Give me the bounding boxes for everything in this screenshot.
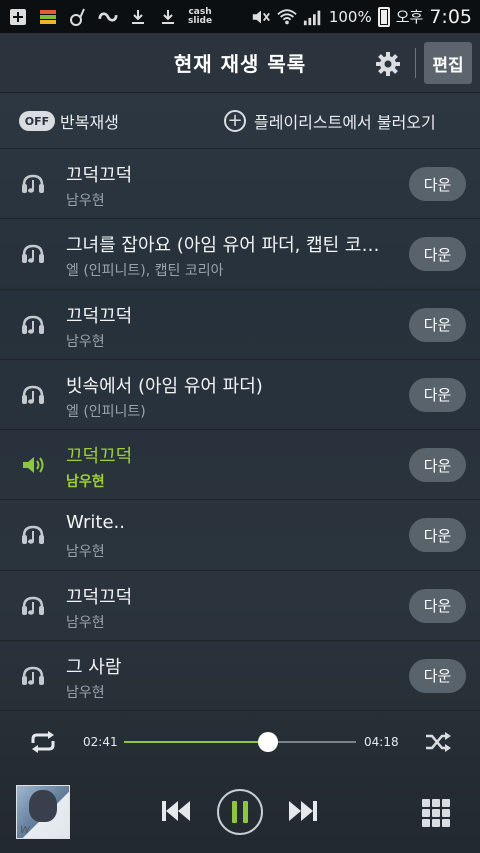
download-button[interactable]: 다운 bbox=[409, 167, 466, 201]
page-title: 현재 재생 목록 bbox=[173, 52, 307, 76]
song-title: 끄덕끄덕 bbox=[66, 165, 133, 186]
song-title: 끄덕끄덕 bbox=[66, 446, 133, 467]
playlist-row[interactable]: Write.. 남우현 다운 bbox=[0, 500, 480, 571]
download-button[interactable]: 다운 bbox=[409, 518, 466, 553]
signal-icon bbox=[303, 7, 323, 27]
music-note-icon bbox=[20, 312, 46, 338]
song-title: 빗속에서 (아임 유어 파더) bbox=[66, 375, 263, 397]
song-title: Write.. bbox=[66, 512, 125, 534]
music-note-icon bbox=[20, 171, 46, 197]
music-note-icon bbox=[20, 522, 46, 548]
pause-icon[interactable] bbox=[217, 789, 263, 835]
load-playlist-button[interactable]: 플레이리스트에서 불러오기 bbox=[254, 109, 436, 133]
song-artist: 남우현 bbox=[66, 684, 105, 701]
song-artist: 남우현 bbox=[66, 333, 105, 350]
music-note-icon bbox=[20, 241, 46, 267]
total-time: 04:18 bbox=[364, 735, 399, 749]
wifi-icon bbox=[277, 7, 297, 27]
song-artist: 남우현 bbox=[66, 544, 105, 561]
mute-icon bbox=[251, 7, 271, 27]
add-icon bbox=[8, 7, 28, 27]
cashslide-icon: cash slide bbox=[188, 6, 213, 26]
download-button[interactable]: 다운 bbox=[409, 237, 466, 272]
download-button[interactable]: 다운 bbox=[409, 307, 466, 342]
battery-icon bbox=[377, 6, 390, 27]
playlist: 끄덕끄덕 남우현 다운 그녀를 잡아요 (아임 유어 파더, 캡틴 코리아) 엘 (인피… bbox=[0, 149, 480, 711]
playlist-row[interactable]: 그 사람남우현 다운 bbox=[0, 641, 480, 711]
song-artist: 남우현 bbox=[66, 474, 105, 490]
repeat-label[interactable]: 반복재생 bbox=[60, 109, 119, 133]
music-icon bbox=[68, 7, 88, 27]
playlist-row[interactable]: 끄덕끄덕남우현 다운 bbox=[0, 430, 480, 501]
playlist-row[interactable]: 그녀를 잡아요 (아임 유어 파더, 캡틴 코리아) 엘 (인피니트), 캡틴 코… bbox=[0, 219, 480, 290]
clock: 7:05 bbox=[429, 5, 472, 28]
download-button[interactable]: 다운 bbox=[409, 658, 466, 693]
song-title: 끄덕끄덕 bbox=[66, 586, 133, 608]
shuffle-icon[interactable] bbox=[424, 730, 452, 754]
song-title: 끄덕끄덕 bbox=[66, 305, 133, 327]
time-ampm: 오후 bbox=[395, 8, 424, 26]
link-icon bbox=[98, 7, 118, 27]
player-bar: W bbox=[0, 773, 480, 853]
repeat-toggle[interactable]: OFF bbox=[19, 111, 55, 131]
grid-icon[interactable] bbox=[422, 799, 450, 827]
song-title: 그 사람 bbox=[66, 656, 122, 678]
music-note-icon bbox=[20, 382, 46, 408]
song-artist: 엘 (인피니트), 캡틴 코리아 bbox=[66, 263, 224, 280]
speaker-icon bbox=[20, 452, 46, 478]
seek-thumb[interactable] bbox=[257, 732, 278, 752]
playlist-controls: OFF 반복재생 + 플레이리스트에서 불러오기 bbox=[0, 93, 480, 149]
album-art-portrait bbox=[29, 790, 57, 822]
pause-bar bbox=[232, 801, 237, 823]
title-bar: 현재 재생 목록 편집 bbox=[0, 33, 480, 93]
download-icon bbox=[128, 7, 148, 27]
song-artist: 남우현 bbox=[66, 614, 105, 631]
pause-bar bbox=[243, 801, 248, 823]
song-title: 그녀를 잡아요 (아임 유어 파더, 캡틴 코리아) bbox=[66, 235, 386, 257]
music-note-icon bbox=[20, 663, 46, 689]
download-button[interactable]: 다운 bbox=[409, 377, 466, 412]
playlist-row[interactable]: 끄덕끄덕남우현 다운 bbox=[0, 149, 480, 220]
download-button[interactable]: 다운 bbox=[409, 588, 466, 623]
previous-icon[interactable] bbox=[160, 799, 192, 823]
seek-bar[interactable] bbox=[124, 732, 356, 752]
edit-button[interactable]: 편집 bbox=[424, 42, 472, 84]
stack-icon bbox=[38, 7, 58, 27]
add-circle-icon[interactable]: + bbox=[224, 110, 246, 132]
download-icon bbox=[158, 7, 178, 27]
song-artist: 엘 (인피니트) bbox=[66, 403, 146, 420]
gear-icon[interactable] bbox=[374, 50, 402, 78]
seek-bar-fill bbox=[124, 741, 268, 743]
music-note-icon bbox=[20, 593, 46, 619]
playlist-row[interactable]: 끄덕끄덕남우현 다운 bbox=[0, 290, 480, 360]
song-artist: 남우현 bbox=[66, 193, 105, 209]
next-icon[interactable] bbox=[287, 799, 319, 823]
battery-percent: 100% bbox=[328, 7, 372, 26]
progress-area: 02:41 04:18 bbox=[0, 711, 480, 773]
divider bbox=[415, 48, 416, 78]
current-time: 02:41 bbox=[83, 735, 118, 749]
album-art[interactable]: W bbox=[16, 785, 70, 839]
album-art-mark: W bbox=[20, 825, 30, 836]
playlist-row[interactable]: 끄덕끄덕남우현 다운 bbox=[0, 571, 480, 641]
playlist-row[interactable]: 빗속에서 (아임 유어 파더) 엘 (인피니트) 다운 bbox=[0, 360, 480, 430]
download-button[interactable]: 다운 bbox=[409, 448, 466, 482]
status-bar: cash slide 100% 오후 7:05 bbox=[0, 0, 480, 33]
repeat-icon[interactable] bbox=[28, 730, 58, 754]
